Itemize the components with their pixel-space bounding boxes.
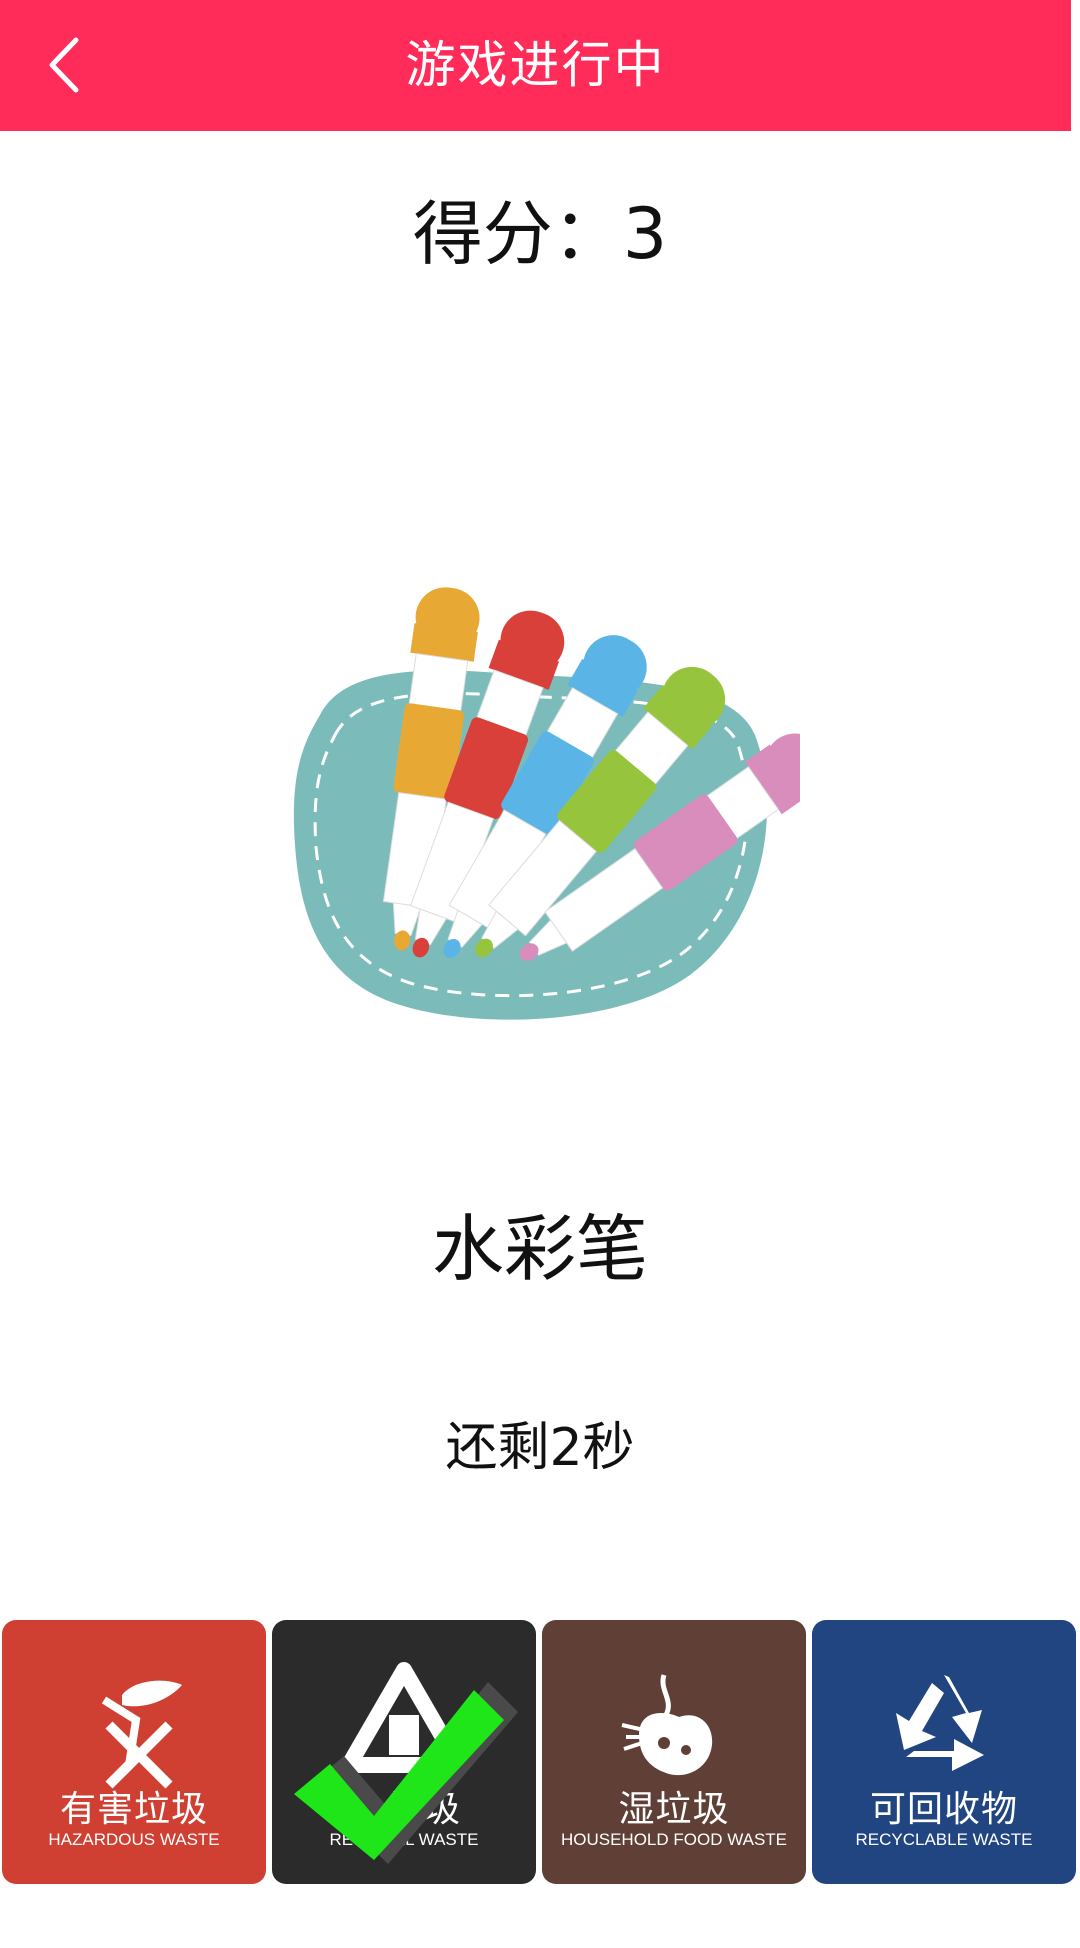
bin-sublabel: HAZARDOUS WASTE bbox=[48, 1830, 220, 1849]
bin-recyclable-waste[interactable]: 可回收物 RECYCLABLE WASTE bbox=[812, 1620, 1076, 1884]
bin-hazardous-waste[interactable]: 有害垃圾 HAZARDOUS WASTE bbox=[2, 1620, 266, 1884]
watercolor-pens-illustration bbox=[293, 587, 828, 1020]
score-label: 得分：3 bbox=[412, 193, 668, 275]
app-bar: 游戏进行中 bbox=[0, 0, 1080, 131]
bin-sublabel: HOUSEHOLD FOOD WASTE bbox=[560, 1830, 788, 1849]
bin-label: 有害垃圾 bbox=[59, 1789, 208, 1830]
item-image bbox=[280, 585, 828, 1030]
bin-household-food-waste[interactable]: 湿垃圾 HOUSEHOLD FOOD WASTE bbox=[542, 1620, 806, 1884]
food-waste-icon bbox=[621, 1674, 713, 1776]
page-title: 游戏进行中 bbox=[405, 36, 666, 94]
hazardous-icon bbox=[101, 1680, 182, 1789]
bin-label: 湿垃圾 bbox=[618, 1789, 730, 1830]
recycle-icon bbox=[896, 1675, 984, 1771]
bin-label: 可回收物 bbox=[869, 1789, 1018, 1830]
item-name: 水彩笔 bbox=[431, 1207, 648, 1291]
green-checkmark-icon bbox=[294, 1682, 518, 1864]
countdown-timer: 还剩2秒 bbox=[445, 1418, 635, 1478]
bin-sublabel: RECYCLABLE WASTE bbox=[855, 1830, 1033, 1849]
